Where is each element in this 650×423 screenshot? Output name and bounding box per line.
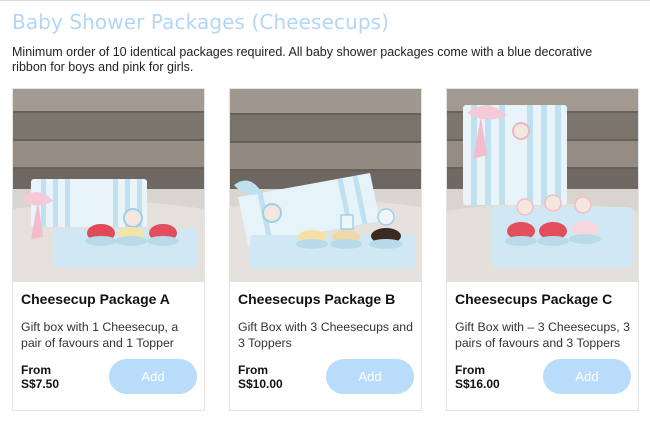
add-button[interactable]: Add [326,359,414,394]
product-photo-c[interactable] [447,89,638,282]
product-price: S$10.00 [238,377,283,391]
page-title: Baby Shower Packages (Cheesecups) [12,10,390,34]
order-note: Minimum order of 10 identical packages r… [12,45,593,74]
product-name[interactable]: Cheesecups Package B [238,291,395,307]
product-card-c: Cheesecups Package C Gift Box with – 3 C… [446,88,639,411]
product-price: S$7.50 [21,377,60,391]
product-card-b: Cheesecups Package B Gift Box with 3 Che… [229,88,422,411]
product-photo-a[interactable] [13,89,204,282]
product-photo-b[interactable] [230,89,421,282]
product-description: Gift Box with 3 Cheesecups and 3 Toppers [238,320,413,350]
product-description: Gift Box with – 3 Cheesecups, 3 pairs of… [455,320,630,350]
top-divider [0,0,650,1]
product-card-a: Cheesecup Package A Gift box with 1 Chee… [12,88,205,411]
price-prefix: From [455,363,485,377]
price-prefix: From [238,363,268,377]
add-button[interactable]: Add [109,359,197,394]
product-price: S$16.00 [455,377,500,391]
product-name[interactable]: Cheesecups Package C [455,291,612,307]
add-button[interactable]: Add [543,359,631,394]
product-description: Gift box with 1 Cheesecup, a pair of fav… [21,320,179,350]
price-prefix: From [21,363,51,377]
product-name[interactable]: Cheesecup Package A [21,291,170,307]
